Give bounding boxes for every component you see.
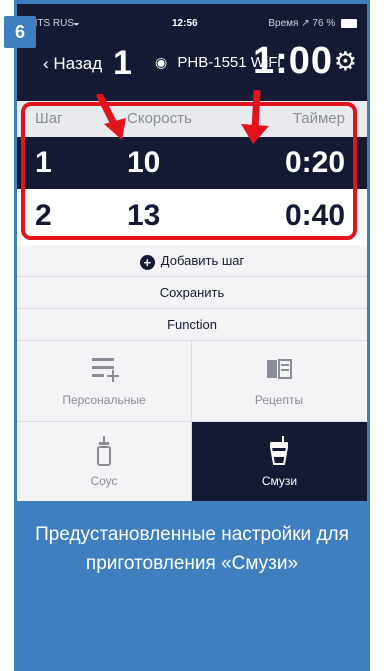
location-icon: ↗ (301, 18, 310, 29)
mode-label: Соус (90, 474, 118, 488)
list-add-icon (92, 358, 119, 382)
highlight-arrow-timer (241, 90, 269, 144)
mode-label: Персональные (62, 393, 146, 407)
current-step-number: 1 (113, 44, 132, 82)
highlight-frame (21, 102, 357, 240)
highlight-arrow-speed (96, 94, 126, 140)
sauce-bottle-icon (97, 436, 111, 466)
battery-percent: 76 % (312, 18, 336, 29)
chevron-left-icon: ‹ (43, 54, 49, 73)
smoothie-cup-icon (269, 436, 289, 465)
battery-icon (341, 18, 357, 28)
wifi-icon: ◒ (73, 17, 80, 29)
recipe-book-icon (267, 359, 292, 379)
device-name: PHB-1551 (177, 54, 247, 71)
status-right-label: Время (268, 18, 299, 29)
back-label: Назад (53, 54, 103, 73)
eye-icon: ◉ (155, 54, 168, 70)
mode-tile-personal[interactable]: Персональные (17, 341, 192, 422)
status-bar: MTS RUS ◒ 12:56 Время ↗ 76 % (17, 17, 367, 34)
app-header: MTS RUS ◒ 12:56 Время ↗ 76 % ‹ Назад 1 ◉… (17, 4, 367, 101)
mode-label: Смузи (261, 474, 298, 488)
back-button[interactable]: ‹ Назад (43, 54, 102, 74)
add-step-button[interactable]: + Добавить шаг (17, 245, 367, 277)
plus-circle-icon: + (139, 255, 155, 270)
instruction-caption: Предустановленные настройки для приготов… (35, 524, 349, 574)
add-step-label: Добавить шаг (160, 253, 245, 268)
step-badge: 6 (4, 16, 36, 48)
total-timer: 1:00 (253, 40, 334, 82)
save-button[interactable]: Сохранить (17, 277, 367, 309)
mode-tile-smoothie[interactable]: Смузи (192, 422, 367, 501)
mode-tile-recipes[interactable]: Рецепты (192, 341, 366, 422)
function-button[interactable]: Function (17, 309, 367, 341)
status-time: 12:56 (172, 18, 198, 29)
phone-screen: MTS RUS ◒ 12:56 Время ↗ 76 % ‹ Назад 1 ◉… (17, 4, 367, 501)
gear-icon[interactable]: ⚙ (334, 46, 357, 77)
mode-tile-sauce[interactable]: Соус (17, 422, 192, 501)
mode-grid: Персональные Рецепты Соус Смузи (17, 341, 367, 501)
status-right: Время ↗ 76 % (268, 18, 357, 29)
mode-label: Рецепты (254, 393, 304, 407)
